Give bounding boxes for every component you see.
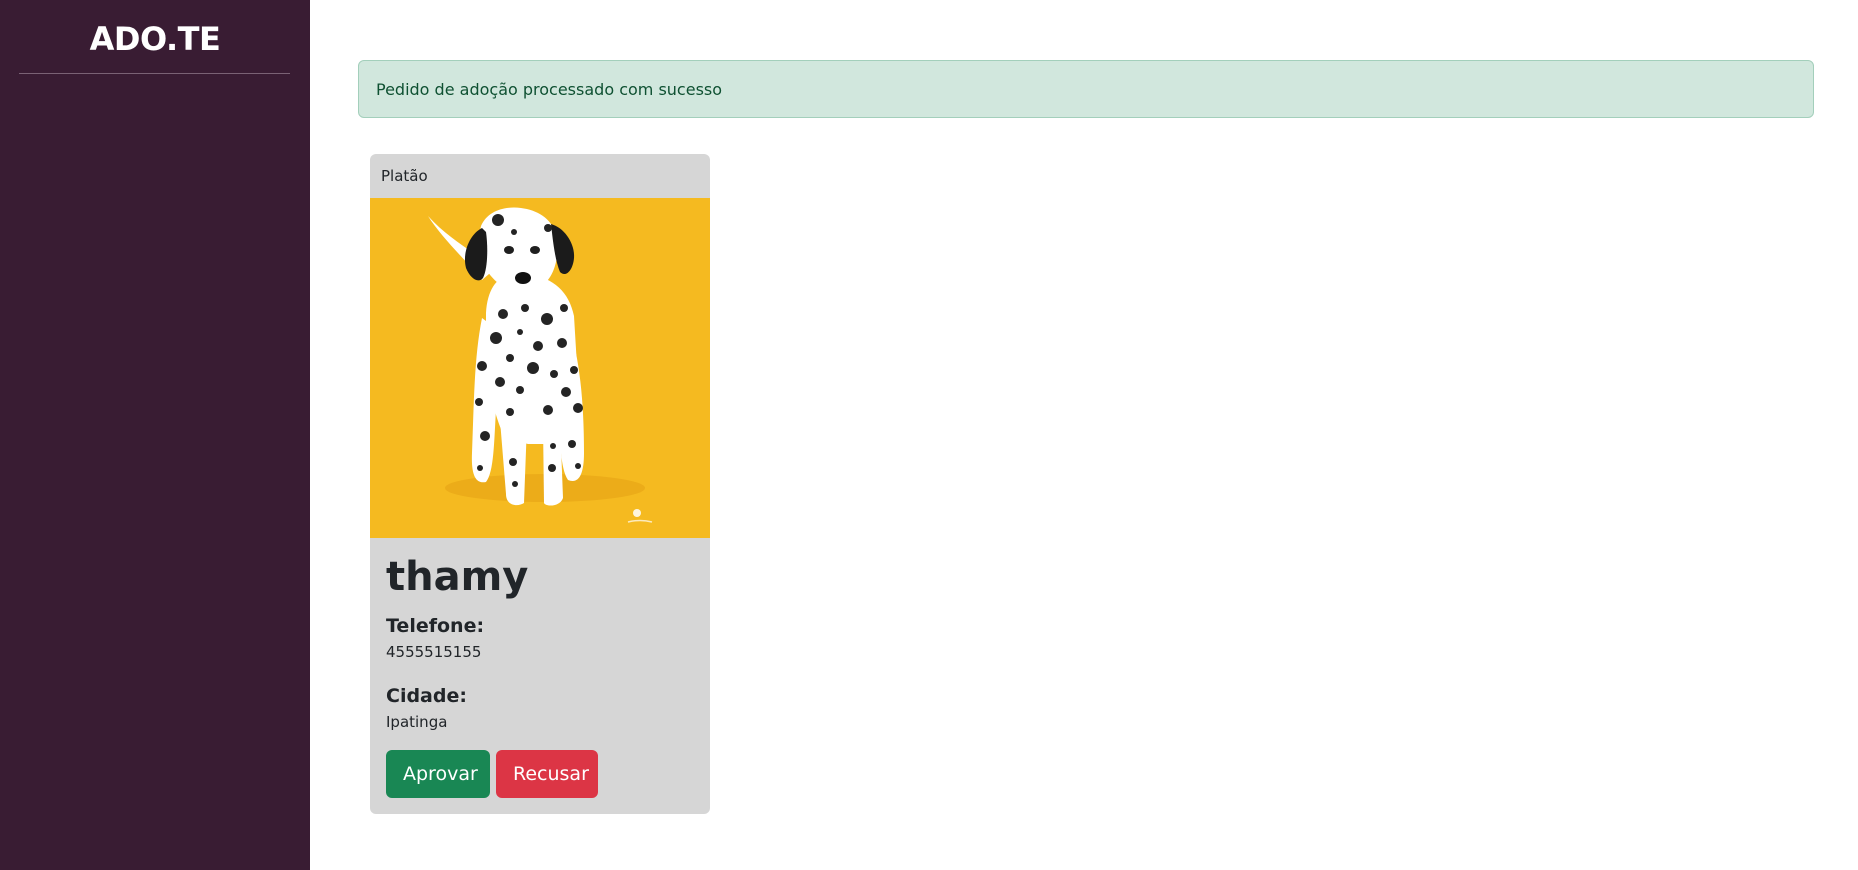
phone-label: Telefone: xyxy=(386,615,485,637)
brand-logo[interactable]: ADO.TE xyxy=(0,20,310,58)
pet-name: Platão xyxy=(381,167,428,185)
city-label: Cidade: xyxy=(386,685,467,707)
success-alert: Pedido de adoção processado com sucesso xyxy=(358,60,1814,118)
adopter-name: thamy xyxy=(386,554,529,600)
alert-message: Pedido de adoção processado com sucesso xyxy=(376,79,723,99)
dalmatian-puppy-photo xyxy=(370,198,710,538)
city-value: Ipatinga xyxy=(386,713,448,731)
sidebar-divider xyxy=(19,73,290,74)
approve-button[interactable]: Aprovar xyxy=(386,750,490,798)
pet-name-header: Platão xyxy=(370,154,710,198)
phone-value: 4555515155 xyxy=(386,643,482,661)
reject-button[interactable]: Recusar xyxy=(496,750,598,798)
sidebar: ADO.TE xyxy=(0,0,310,870)
pet-photo xyxy=(370,198,710,538)
